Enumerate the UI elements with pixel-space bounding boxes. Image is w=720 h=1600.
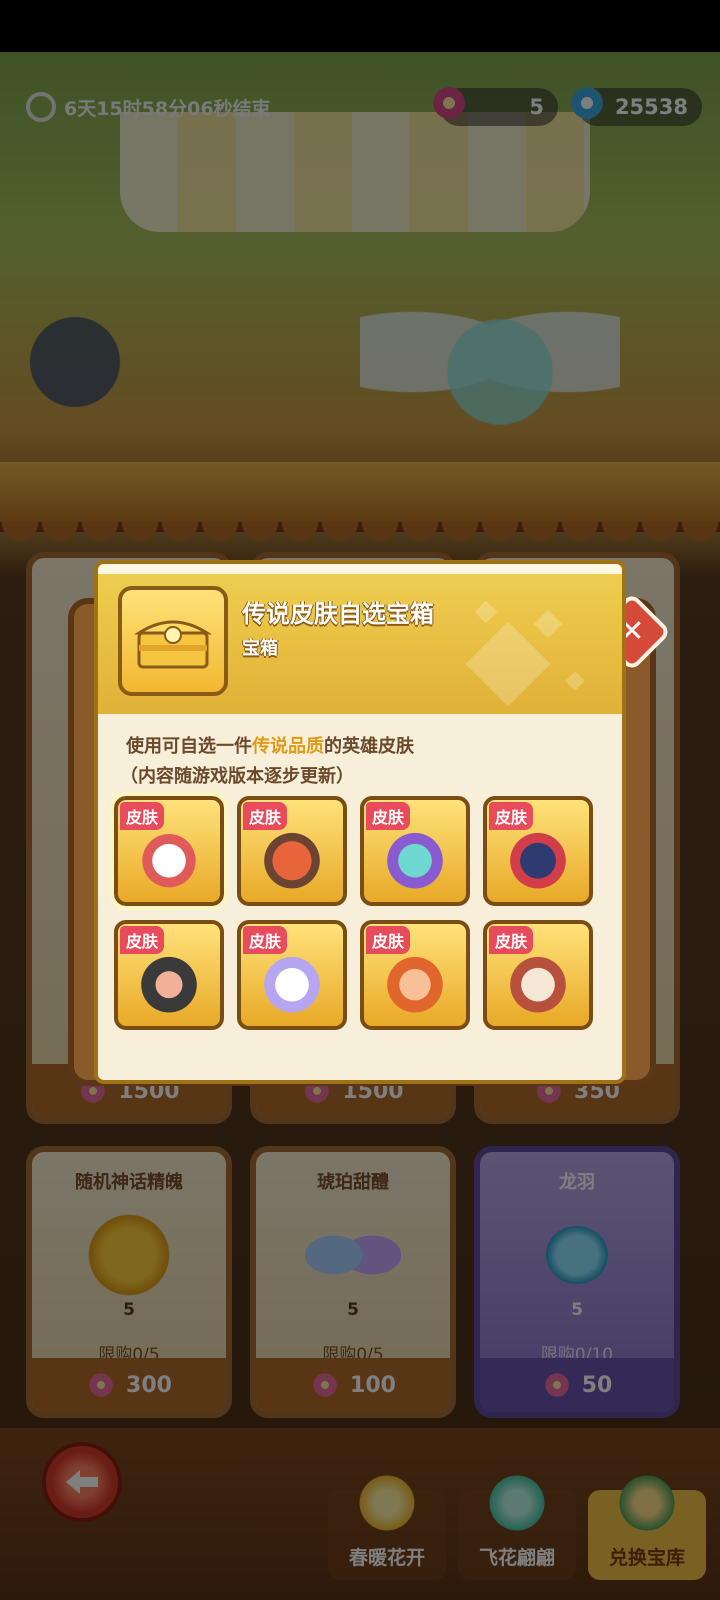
status-bar bbox=[0, 0, 720, 52]
skin-tag: 皮肤 bbox=[489, 926, 534, 954]
diamond-decoration bbox=[474, 600, 498, 624]
skin-tag: 皮肤 bbox=[366, 926, 411, 954]
item-type: 宝箱 bbox=[242, 638, 278, 659]
skin-option-3[interactable]: 皮肤 bbox=[360, 796, 470, 906]
desc-text: 使用可自选一件 bbox=[126, 736, 252, 757]
skin-option-6[interactable]: 皮肤 bbox=[237, 920, 347, 1030]
hero-portrait-icon bbox=[501, 944, 575, 1018]
diamond-decoration bbox=[465, 621, 551, 707]
skin-option-2[interactable]: 皮肤 bbox=[237, 796, 347, 906]
skin-option-4[interactable]: 皮肤 bbox=[483, 796, 593, 906]
skin-tag: 皮肤 bbox=[243, 802, 288, 830]
skin-option-7[interactable]: 皮肤 bbox=[360, 920, 470, 1030]
hero-portrait-icon bbox=[378, 820, 452, 894]
item-detail-popup: 传说皮肤自选宝箱 宝箱 使用可自选一件传说品质的英雄皮肤 （内容随游戏版本逐步更… bbox=[94, 560, 626, 1084]
skin-option-1[interactable]: 皮肤 bbox=[110, 792, 228, 910]
hero-portrait-icon bbox=[378, 944, 452, 1018]
hero-portrait-icon bbox=[255, 944, 329, 1018]
diamond-decoration bbox=[533, 609, 563, 639]
item-icon-frame bbox=[118, 586, 228, 696]
hero-portrait-icon bbox=[132, 944, 206, 1018]
item-description: 使用可自选一件传说品质的英雄皮肤 bbox=[126, 732, 414, 758]
header-drip-trim bbox=[98, 564, 622, 574]
treasure-chest-icon bbox=[133, 620, 213, 669]
item-description-note: （内容随游戏版本逐步更新） bbox=[120, 766, 354, 787]
desc-text: 的英雄皮肤 bbox=[324, 736, 414, 757]
skin-tag: 皮肤 bbox=[120, 926, 165, 954]
skin-option-5[interactable]: 皮肤 bbox=[114, 920, 224, 1030]
skin-option-8[interactable]: 皮肤 bbox=[483, 920, 593, 1030]
popup-body: 使用可自选一件传说品质的英雄皮肤 （内容随游戏版本逐步更新） 皮肤 皮肤 皮肤 … bbox=[94, 714, 626, 1084]
hero-portrait-icon bbox=[501, 820, 575, 894]
skin-tag: 皮肤 bbox=[243, 926, 288, 954]
hero-portrait-icon bbox=[132, 820, 206, 894]
skin-tag: 皮肤 bbox=[120, 802, 165, 830]
skin-options-grid: 皮肤 皮肤 皮肤 皮肤 皮肤 皮肤 皮肤 皮肤 bbox=[110, 792, 594, 1030]
skin-tag: 皮肤 bbox=[489, 802, 534, 830]
diamond-decoration bbox=[565, 671, 585, 691]
hero-portrait-icon bbox=[255, 820, 329, 894]
popup-header: 传说皮肤自选宝箱 宝箱 bbox=[94, 560, 626, 718]
desc-highlight: 传说品质 bbox=[252, 736, 324, 757]
skin-tag: 皮肤 bbox=[366, 802, 411, 830]
item-name: 传说皮肤自选宝箱 bbox=[242, 600, 434, 628]
